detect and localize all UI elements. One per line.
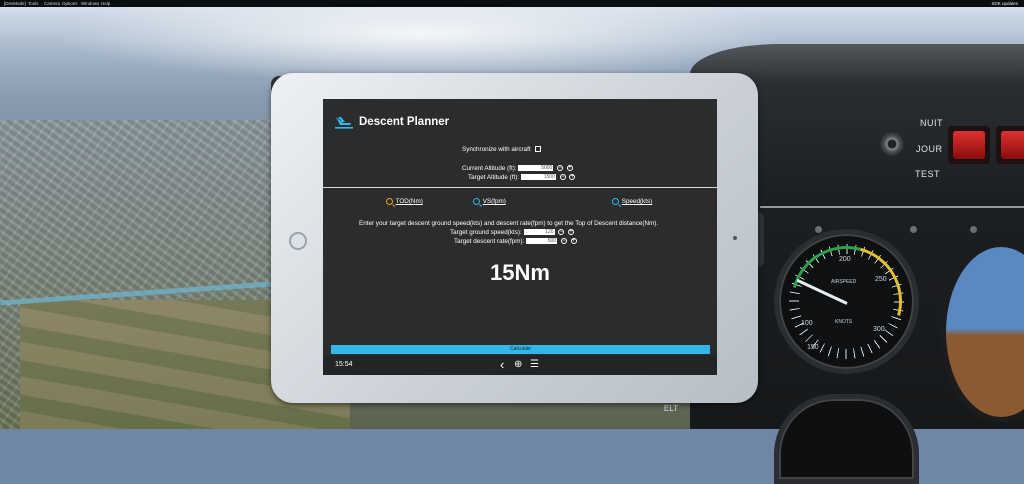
menu-tools[interactable]: Tools (28, 0, 39, 7)
ground-speed-label: Target ground speed(kts): (450, 229, 522, 236)
sync-label: Synchronize with aircraft (462, 146, 531, 153)
calculate-button[interactable]: Calculate (331, 345, 710, 354)
ground-speed-field[interactable]: 120 (523, 229, 555, 236)
current-altitude-increment-button[interactable]: + (566, 165, 573, 172)
lower-gauge (774, 394, 919, 484)
tab-vs[interactable]: VS(fpm) (473, 198, 506, 205)
tablet-footer: 15:54 ‹ ⊕ ☰ (323, 355, 717, 375)
sdk-updates-link[interactable]: SDK updates (991, 0, 1018, 7)
airplane-descent-icon (335, 117, 353, 129)
page-title: Descent Planner (359, 116, 450, 128)
globe-icon[interactable]: ⊕ (514, 359, 522, 371)
nuit-label: NUIT (920, 118, 943, 128)
current-altitude-row: Current Altitude (ft): 5000 − + (462, 165, 573, 172)
airspeed-indicator: AIRSPEED KNOTS 200 250 300 100 150 (770, 225, 923, 378)
current-altitude-decrement-button[interactable]: − (557, 165, 564, 172)
section-divider (323, 187, 717, 188)
clock: 15:54 (335, 361, 353, 368)
ground-speed-row: Target ground speed(kts): 120 − + (450, 229, 575, 236)
jour-label: JOUR (916, 144, 943, 154)
sync-checkbox[interactable] (535, 146, 542, 153)
descent-rate-row: Target descent rate(fpm): 500 − + (454, 238, 577, 245)
sync-row: Synchronize with aircraft (462, 146, 542, 153)
app-header: Descent Planner (323, 99, 717, 145)
back-icon[interactable]: ‹ (500, 358, 504, 371)
descent-rate-label: Target descent rate(fpm): (454, 238, 525, 245)
menu-options[interactable]: Options (62, 0, 78, 7)
devmode-menu-bar: [DevMode] Tools Camera Options Windows H… (0, 0, 1024, 7)
tod-result: 15Nm (490, 260, 550, 285)
current-altitude-label: Current Altitude (ft): (462, 165, 517, 172)
elt-label: ELT (664, 404, 679, 413)
tablet-camera (733, 236, 737, 240)
instructions-text: Enter your target descent ground speed(k… (359, 220, 659, 227)
target-altitude-field[interactable]: 1500 (520, 174, 556, 181)
ground-speed-increment-button[interactable]: + (568, 229, 575, 236)
menu-camera[interactable]: Camera (44, 0, 60, 7)
ground-speed-decrement-button[interactable]: − (558, 229, 565, 236)
warning-light-2[interactable] (996, 126, 1024, 164)
menu-help[interactable]: Help (101, 0, 110, 7)
menu-icon[interactable]: ☰ (530, 359, 539, 371)
tab-speed[interactable]: Speed(kts) (612, 198, 652, 205)
tab-tod[interactable]: TOD(Nm) (386, 198, 423, 205)
descent-rate-field[interactable]: 500 (526, 238, 558, 245)
dimmer-knob[interactable] (880, 132, 904, 156)
test-label: TEST (915, 169, 941, 179)
current-altitude-field[interactable]: 5000 (518, 165, 554, 172)
search-icon (386, 198, 393, 205)
warning-light-1[interactable] (948, 126, 990, 164)
descent-rate-decrement-button[interactable]: − (560, 238, 567, 245)
attitude-indicator (940, 241, 1024, 423)
menu-devmode[interactable]: [DevMode] (4, 0, 26, 7)
target-altitude-decrement-button[interactable]: − (559, 174, 566, 181)
search-icon (612, 198, 619, 205)
descent-rate-increment-button[interactable]: + (570, 238, 577, 245)
target-altitude-label: Target Altitude (ft): (468, 174, 520, 181)
search-icon (473, 198, 480, 205)
tablet-home-button[interactable] (289, 232, 307, 250)
menu-windows[interactable]: Windows (81, 0, 99, 7)
target-altitude-row: Target Altitude (ft): 1500 − + (468, 174, 576, 181)
descent-planner-screen: Descent Planner Synchronize with aircraf… (323, 99, 717, 375)
target-altitude-increment-button[interactable]: + (569, 174, 576, 181)
